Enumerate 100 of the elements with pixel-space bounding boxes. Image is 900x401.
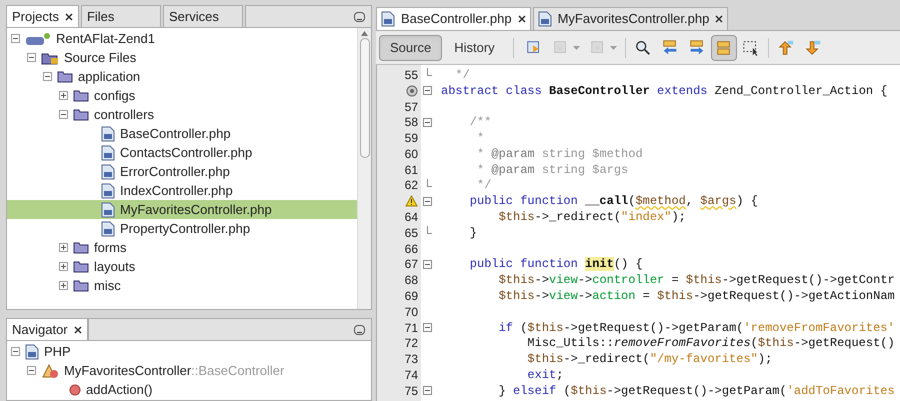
line-number: 75 bbox=[404, 382, 418, 400]
folder-icon bbox=[57, 70, 73, 83]
method-icon bbox=[69, 384, 81, 396]
line-number: 68 bbox=[404, 272, 418, 290]
panel-tab[interactable]: Projects bbox=[6, 5, 79, 27]
php-file-icon bbox=[101, 126, 115, 142]
line-number: 62 bbox=[404, 177, 418, 194]
fold-end-mark bbox=[427, 226, 432, 234]
expand-toggle[interactable] bbox=[59, 91, 68, 100]
code-line: /** bbox=[468, 116, 492, 128]
fold-toggle[interactable] bbox=[423, 260, 432, 269]
tree-item[interactable]: RentAFlat-Zend1 bbox=[7, 29, 357, 48]
line-number: 61 bbox=[404, 162, 418, 179]
scrollbar[interactable] bbox=[357, 28, 371, 309]
line-number: 66 bbox=[404, 240, 418, 258]
tree-item[interactable]: BaseController.php bbox=[7, 124, 357, 143]
php-project-icon bbox=[25, 32, 51, 46]
view-toggle-button[interactable]: History bbox=[443, 34, 506, 60]
fold-toggle[interactable] bbox=[423, 86, 432, 96]
caret-icon bbox=[610, 46, 617, 50]
editor-tab[interactable]: BaseController.php bbox=[376, 7, 531, 30]
selection-icon bbox=[742, 38, 760, 56]
line-number: 65 bbox=[404, 224, 418, 242]
line-number: 60 bbox=[404, 146, 418, 163]
tree-item[interactable]: configs bbox=[7, 86, 357, 105]
code-line: */ bbox=[476, 179, 492, 192]
php-file-icon bbox=[101, 202, 115, 218]
fold-end-mark bbox=[427, 178, 432, 187]
code-line: exit; bbox=[526, 369, 564, 382]
class-icon bbox=[41, 362, 59, 378]
arrow-down-icon bbox=[804, 38, 822, 56]
collapse-toggle[interactable] bbox=[59, 110, 68, 119]
line-number: 55 bbox=[404, 66, 418, 84]
line-number: 71 bbox=[404, 320, 418, 337]
tree-item[interactable]: misc bbox=[7, 276, 357, 295]
tree-item[interactable]: IndexController.php bbox=[7, 181, 357, 200]
caret-icon bbox=[572, 46, 580, 50]
tree-item[interactable]: ContactsController.php bbox=[7, 143, 357, 162]
expand-toggle[interactable] bbox=[59, 262, 68, 271]
code-line: Misc_Utils::removeFromFavorites($this->getRequest() bbox=[526, 337, 895, 350]
collapse-toggle[interactable] bbox=[27, 366, 36, 375]
folder-icon bbox=[73, 260, 89, 273]
expand-toggle[interactable] bbox=[59, 243, 68, 252]
line-number: 69 bbox=[404, 288, 418, 306]
panel-tab[interactable]: Files bbox=[80, 5, 161, 27]
view-toggle-button[interactable]: Source bbox=[379, 34, 442, 60]
minimize-icon[interactable] bbox=[354, 324, 365, 334]
tree-item[interactable]: Source Files bbox=[7, 48, 357, 67]
line-number: 64 bbox=[404, 209, 418, 226]
php-file-icon bbox=[381, 11, 395, 27]
tree-item[interactable]: PHP bbox=[7, 342, 371, 361]
php-file-icon bbox=[101, 220, 115, 236]
highlight-icon bbox=[714, 38, 733, 56]
folder-icon bbox=[73, 241, 89, 254]
collapse-toggle[interactable] bbox=[27, 53, 36, 62]
tree-item[interactable]: ErrorController.php bbox=[7, 162, 357, 181]
line-number: 59 bbox=[404, 130, 418, 148]
fold-toggle[interactable] bbox=[423, 118, 432, 127]
code-line: * bbox=[476, 132, 484, 144]
folder-icon bbox=[73, 89, 89, 102]
arrow-left-icon bbox=[660, 38, 679, 56]
tree-item[interactable]: application bbox=[7, 67, 357, 86]
code-line: } elseif ($this->getRequest()->getParam('addToFavorites bbox=[498, 384, 895, 397]
tree-item[interactable]: forms bbox=[7, 238, 357, 257]
line-number: 72 bbox=[404, 335, 418, 352]
panel-tab[interactable]: Services bbox=[162, 5, 243, 27]
collapse-toggle[interactable] bbox=[11, 347, 20, 356]
code-line: $this->view->action = $this->getRequest()->getActionNam bbox=[498, 290, 895, 302]
fold-toggle[interactable] bbox=[423, 386, 432, 396]
expand-toggle[interactable] bbox=[59, 281, 68, 290]
close-icon[interactable] bbox=[715, 15, 724, 23]
code-line: } bbox=[468, 226, 478, 239]
tree-item[interactable]: controllers bbox=[7, 105, 357, 124]
fold-toggle[interactable] bbox=[423, 196, 432, 206]
collapse-toggle[interactable] bbox=[11, 34, 20, 43]
line-number: 74 bbox=[404, 367, 418, 384]
tree-item[interactable]: MyFavoritesController.php bbox=[7, 200, 357, 219]
close-icon[interactable] bbox=[74, 326, 82, 334]
fold-toggle[interactable] bbox=[423, 323, 432, 332]
close-icon[interactable] bbox=[64, 12, 73, 20]
tree-item[interactable]: addAction() bbox=[7, 380, 371, 399]
php-file-icon bbox=[101, 144, 115, 160]
line-number: 57 bbox=[404, 98, 418, 116]
collapse-toggle[interactable] bbox=[43, 72, 52, 81]
editor-tab[interactable]: MyFavoritesController.php bbox=[532, 7, 728, 30]
minimize-icon[interactable] bbox=[354, 12, 365, 22]
folder-icon bbox=[73, 279, 89, 292]
fold-end-mark bbox=[427, 68, 432, 76]
tree-item[interactable]: layouts bbox=[7, 257, 357, 276]
arrow-right-icon bbox=[688, 38, 706, 56]
search-icon bbox=[634, 38, 652, 56]
close-icon[interactable] bbox=[518, 15, 526, 23]
tree-item[interactable]: MyFavoritesController::BaseController bbox=[7, 361, 371, 380]
scroll-up-icon[interactable] bbox=[361, 31, 368, 36]
folder-icon bbox=[73, 108, 89, 121]
line-number: 67 bbox=[404, 256, 418, 274]
tree-item[interactable]: PropertyController.php bbox=[7, 219, 357, 238]
line-number: 58 bbox=[404, 114, 418, 132]
php-file-icon bbox=[101, 164, 115, 180]
panel-tab[interactable]: Navigator bbox=[6, 318, 88, 340]
